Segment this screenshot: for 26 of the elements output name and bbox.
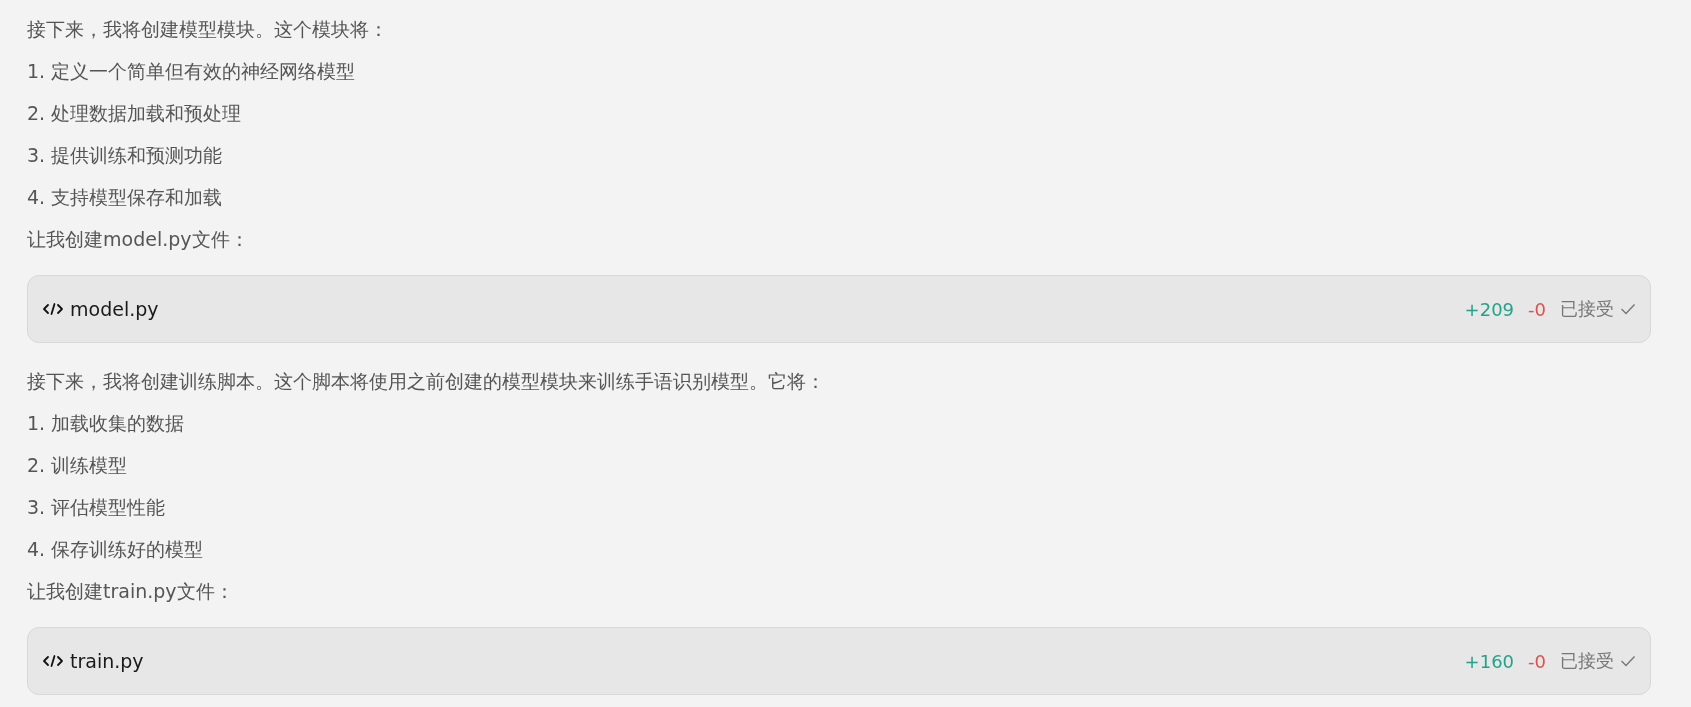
lines-added: +160: [1464, 650, 1515, 672]
paragraph-text: 2. 训练模型: [27, 453, 128, 478]
file-name: train.py: [70, 650, 144, 672]
paragraph-text: 2. 处理数据加载和预处理: [27, 101, 242, 126]
paragraph-text: 让我创建model.py文件：: [27, 227, 249, 252]
paragraph-text: 4. 支持模型保存和加载: [27, 185, 223, 210]
file-card[interactable]: model.py +209 -0 已接受: [27, 275, 1651, 343]
file-card[interactable]: train.py +160 -0 已接受: [27, 627, 1651, 695]
lines-removed: -0: [1528, 298, 1546, 320]
paragraph-text: 3. 评估模型性能: [27, 495, 166, 520]
file-name: model.py: [70, 298, 159, 320]
status-label: 已接受: [1560, 649, 1614, 673]
paragraph-text: 3. 提供训练和预测功能: [27, 143, 223, 168]
paragraph-text: 1. 加载收集的数据: [27, 411, 185, 436]
paragraph-text: 让我创建train.py文件：: [27, 579, 234, 604]
paragraph-text: 1. 定义一个简单但有效的神经网络模型: [27, 59, 356, 84]
status-label: 已接受: [1560, 297, 1614, 321]
lines-added: +209: [1464, 298, 1515, 320]
paragraph-text: 接下来，我将创建训练脚本。这个脚本将使用之前创建的模型模块来训练手语识别模型。它将：: [27, 369, 825, 394]
lines-removed: -0: [1528, 650, 1546, 672]
code-icon: [42, 654, 64, 668]
check-icon: [1620, 303, 1636, 315]
paragraph-text: 4. 保存训练好的模型: [27, 537, 204, 562]
code-icon: [42, 302, 64, 316]
check-icon: [1620, 655, 1636, 667]
paragraph-text: 接下来，我将创建模型模块。这个模块将：: [27, 17, 388, 42]
